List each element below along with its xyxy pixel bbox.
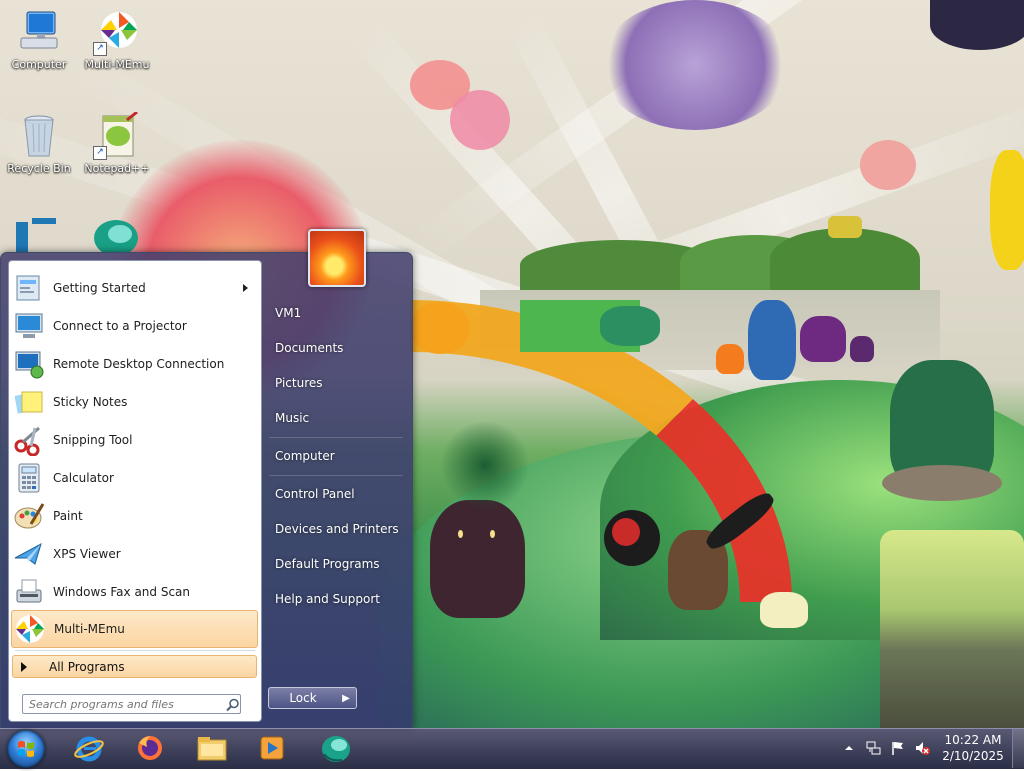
getting-started-icon	[13, 272, 45, 304]
program-xps-viewer[interactable]: XPS Viewer	[11, 536, 258, 572]
multi-memu-icon	[14, 613, 46, 645]
lock-button[interactable]: Lock	[268, 687, 338, 709]
lock-label: Lock	[289, 691, 317, 705]
xps-viewer-icon	[13, 538, 45, 570]
program-fax-scan[interactable]: Windows Fax and Scan	[11, 574, 258, 610]
program-label: Multi-MEmu	[54, 622, 125, 636]
show-hidden-icons-button[interactable]	[843, 742, 855, 754]
desktop-icon-computer[interactable]: Computer	[1, 8, 77, 71]
start-right-devices-printers[interactable]: Devices and Printers	[267, 515, 403, 543]
program-getting-started[interactable]: Getting Started	[11, 270, 258, 306]
fax-scan-icon	[13, 576, 45, 608]
media-player-icon	[260, 736, 284, 760]
network-icon[interactable]	[866, 740, 882, 756]
start-right-control-panel[interactable]: Control Panel	[267, 480, 403, 508]
recycle-bin-icon	[15, 112, 63, 160]
projector-icon	[13, 310, 45, 342]
program-label: Windows Fax and Scan	[53, 585, 191, 599]
chevron-right-icon: ▶	[342, 692, 350, 704]
remote-desktop-icon	[13, 348, 45, 380]
separator	[15, 650, 255, 651]
start-right-default-programs[interactable]: Default Programs	[267, 550, 403, 578]
start-right-documents[interactable]: Documents	[267, 334, 403, 362]
program-label: Sticky Notes	[53, 395, 128, 409]
computer-icon	[15, 8, 63, 56]
desktop-icon-partial[interactable]	[12, 216, 64, 252]
program-paint[interactable]: Paint	[11, 498, 258, 534]
file-explorer-icon	[197, 737, 227, 761]
program-connect-projector[interactable]: Connect to a Projector	[11, 308, 258, 344]
multi-memu-icon	[322, 736, 350, 762]
program-label: Paint	[53, 509, 83, 523]
program-label: XPS Viewer	[53, 547, 121, 561]
start-right-user-vm1[interactable]: VM1	[267, 299, 403, 327]
program-remote-desktop[interactable]: Remote Desktop Connection	[11, 346, 258, 382]
clock-date: 2/10/2025	[942, 749, 1004, 763]
start-right-computer[interactable]: Computer	[267, 442, 403, 470]
volume-muted-icon[interactable]	[914, 740, 930, 756]
all-programs-button[interactable]: All Programs	[12, 655, 257, 678]
chevron-up-icon	[845, 746, 853, 750]
desktop-icon-notepad-plus[interactable]: ↗ Notepad++	[79, 110, 155, 175]
taskbar-internet-explorer[interactable]	[67, 730, 111, 766]
start-right-pictures[interactable]: Pictures	[267, 369, 403, 397]
program-sticky-notes[interactable]: Sticky Notes	[11, 384, 258, 420]
desktop-icon-label: Notepad++	[84, 162, 150, 175]
taskbar-firefox[interactable]	[128, 730, 172, 766]
program-snipping-tool[interactable]: Snipping Tool	[11, 422, 258, 458]
start-menu: Getting Started Connect to a Projector R…	[0, 252, 413, 729]
user-account-picture[interactable]	[308, 229, 366, 287]
program-label: Snipping Tool	[53, 433, 133, 447]
start-menu-programs-pane: Getting Started Connect to a Projector R…	[8, 260, 262, 722]
app-icon	[94, 220, 138, 252]
taskbar-multi-memu[interactable]	[314, 730, 358, 766]
multi-memu-icon: ↗	[93, 8, 141, 56]
calculator-icon	[13, 462, 45, 494]
shortcut-arrow-icon: ↗	[93, 146, 107, 160]
program-label: Getting Started	[53, 281, 146, 295]
taskbar-file-explorer[interactable]	[190, 730, 234, 766]
windows-logo-icon	[18, 741, 34, 757]
notepad-plus-plus-icon: ↗	[93, 110, 141, 160]
app-icon	[16, 218, 56, 252]
search-icon[interactable]	[226, 698, 240, 712]
separator	[269, 437, 403, 438]
desktop-icon-multi-memu[interactable]: ↗ Multi-MEmu	[79, 8, 155, 71]
snipping-tool-icon	[13, 424, 45, 457]
sticky-notes-icon	[13, 386, 45, 418]
all-programs-label: All Programs	[49, 659, 125, 674]
start-right-help-support[interactable]: Help and Support	[267, 585, 403, 613]
show-desktop-button[interactable]	[1012, 729, 1024, 768]
start-button[interactable]	[7, 730, 45, 768]
shutdown-options-button[interactable]: ▶	[336, 687, 357, 709]
program-calculator[interactable]: Calculator	[11, 460, 258, 496]
clock-time: 10:22 AM	[944, 733, 1002, 747]
taskbar-media-player[interactable]	[250, 730, 294, 766]
paint-icon	[13, 500, 45, 532]
program-multi-memu[interactable]: Multi-MEmu	[11, 610, 258, 648]
program-label: Connect to a Projector	[53, 319, 187, 333]
program-label: Remote Desktop Connection	[53, 357, 225, 371]
desktop-icon-label: Recycle Bin	[7, 162, 71, 175]
start-right-music[interactable]: Music	[267, 404, 403, 432]
system-clock[interactable]: 10:22 AM 2/10/2025	[940, 732, 1006, 764]
program-label: Calculator	[53, 471, 114, 485]
desktop-icon-partial[interactable]	[92, 216, 140, 252]
search-input[interactable]	[22, 694, 241, 714]
internet-explorer-icon	[74, 736, 104, 762]
firefox-icon	[138, 736, 162, 760]
expand-arrow-icon	[21, 661, 27, 672]
separator	[269, 475, 403, 476]
desktop-icon-recycle-bin[interactable]: Recycle Bin	[1, 112, 77, 175]
submenu-arrow-icon[interactable]	[243, 284, 248, 292]
desktop-icon-label: Multi-MEmu	[84, 58, 150, 71]
action-center-flag-icon[interactable]	[890, 740, 906, 756]
desktop-icon-label: Computer	[11, 58, 67, 71]
shortcut-arrow-icon: ↗	[93, 42, 107, 56]
